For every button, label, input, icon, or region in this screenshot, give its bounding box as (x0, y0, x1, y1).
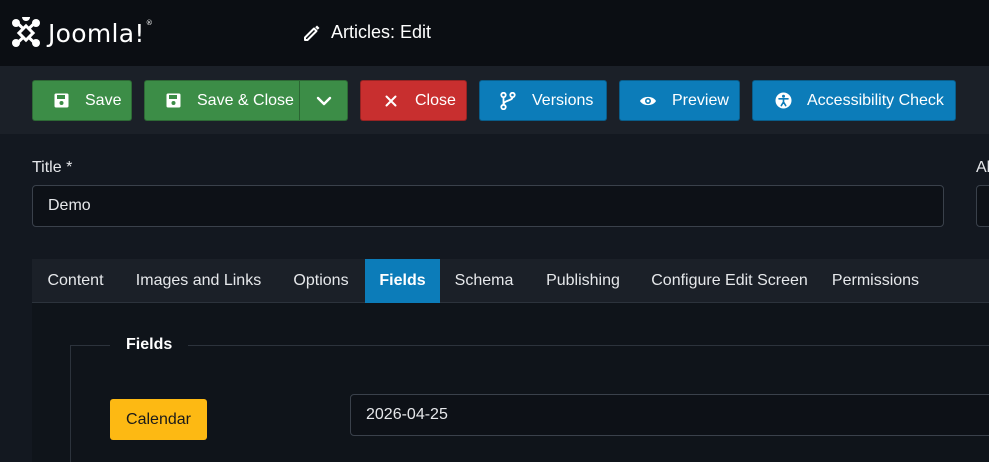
accessibility-check-button[interactable]: Accessibility Check (752, 80, 956, 121)
title-input[interactable] (32, 185, 944, 227)
brand-name: Joomla!® (48, 18, 154, 48)
title-label: Title * (32, 159, 73, 176)
close-button[interactable]: Close (360, 80, 467, 121)
tab-schema[interactable]: Schema (440, 259, 528, 303)
tab-content[interactable]: Content (32, 259, 119, 303)
save-button[interactable]: Save (32, 80, 132, 121)
fieldset-border-left (70, 345, 71, 462)
fields-legend: Fields (110, 336, 189, 354)
pencil-icon (304, 25, 320, 41)
tab-options[interactable]: Options (277, 259, 365, 303)
code-branch-icon (498, 91, 518, 110)
top-header: Joomla!® Articles: Edit (0, 0, 989, 66)
close-label: Close (415, 91, 456, 109)
accessibility-check-label: Accessibility Check (807, 91, 944, 109)
eye-icon (638, 95, 658, 107)
versions-label: Versions (532, 91, 594, 109)
save-label: Save (85, 91, 122, 109)
page-title-text: Articles: Edit (331, 22, 432, 42)
tab-fields[interactable]: Fields (365, 259, 440, 303)
calendar-date-input[interactable] (350, 394, 989, 436)
save-close-button[interactable]: Save & Close (144, 80, 348, 121)
tab-configure-edit-screen[interactable]: Configure Edit Screen (637, 259, 822, 303)
tab-publishing[interactable]: Publishing (529, 259, 637, 303)
editor-tabs: Content Images and Links Options Fields … (32, 259, 989, 303)
fieldset-border (70, 345, 989, 346)
save-close-label: Save & Close (197, 91, 294, 109)
page-title: Articles: Edit (302, 22, 431, 43)
versions-button[interactable]: Versions (479, 80, 607, 121)
save-options-dropdown[interactable] (300, 81, 348, 120)
chevron-down-icon (316, 96, 332, 105)
tab-permissions[interactable]: Permissions (822, 259, 929, 303)
toolbar: Save Save & Close Close Versions Preview (0, 66, 989, 134)
alias-label: Al (976, 159, 989, 176)
floppy-disk-icon (163, 93, 183, 108)
preview-label: Preview (672, 91, 729, 109)
joomla-logo[interactable]: Joomla!® (10, 16, 153, 50)
alias-input[interactable] (976, 185, 989, 227)
joomla-logo-icon (12, 17, 40, 47)
preview-button[interactable]: Preview (619, 80, 740, 121)
close-icon (381, 95, 401, 107)
universal-access-icon (773, 92, 793, 109)
floppy-disk-icon (51, 93, 71, 108)
calendar-field-label: Calendar (110, 399, 207, 440)
tab-images-and-links[interactable]: Images and Links (120, 259, 277, 303)
